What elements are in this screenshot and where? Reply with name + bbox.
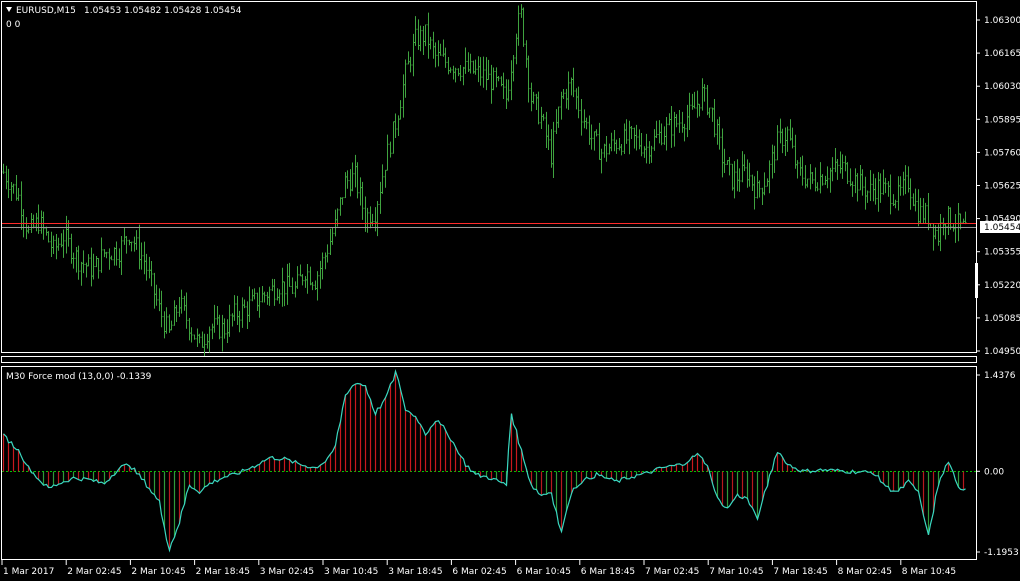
price-tick-label: 1.06165 [984,49,1020,59]
price-panel[interactable]: 1.06300 1.06165 1.06030 1.05895 1.05760 1.056… [1,1,1020,360]
indicator-tick-label: 0.00 [984,467,1004,477]
indicator-panel[interactable]: M30 Force mod (13,0,0) -0.1339 1.4376 0.0… [1,366,1019,560]
price-tick-label: 1.05220 [984,281,1020,291]
time-tick-label: 7 Mar 10:45 [709,567,763,577]
time-tick-label: 6 Mar 10:45 [517,567,571,577]
time-tick-label: 8 Mar 02:45 [838,567,892,577]
time-tick-label: 8 Mar 10:45 [902,567,956,577]
time-tick-label: 7 Mar 02:45 [645,567,699,577]
time-tick-label: 7 Mar 18:45 [773,567,827,577]
time-tick-label: 6 Mar 18:45 [581,567,635,577]
price-tick-label: 1.05625 [984,182,1020,192]
time-tick-label: 3 Mar 18:45 [388,567,442,577]
sub-readout: 0 0 [6,20,21,30]
indicator-axis: 1.4376 0.00 -1.1953 [976,371,1019,558]
price-tick-label: 1.04950 [984,347,1020,357]
price-tick-label: 1.05760 [984,148,1020,158]
time-axis: 1 Mar 2017 2 Mar 02:45 2 Mar 10:45 2 Mar 18… [1,560,956,577]
price-axis: 1.06300 1.06165 1.06030 1.05895 1.05760 1.056… [976,16,1020,357]
price-tick-label: 1.05895 [984,115,1020,125]
current-price-label: 1.05454 [984,223,1020,233]
price-tick-label: 1.05355 [984,248,1020,258]
price-tick-label: 1.06030 [984,82,1020,92]
symbol-label: EURUSD,M15 [16,6,76,16]
time-tick-label: 3 Mar 02:45 [260,567,314,577]
time-tick-label: 6 Mar 02:45 [452,567,506,577]
trading-chart[interactable]: 1.06300 1.06165 1.06030 1.05895 1.05760 1.056… [0,0,1020,581]
indicator-tick-label: -1.1953 [984,548,1019,558]
price-tick-label: 1.05085 [984,314,1020,324]
indicator-title: M30 Force mod (13,0,0) -0.1339 [6,372,152,382]
time-tick-label: 2 Mar 18:45 [196,567,250,577]
panel-separator[interactable] [1,356,977,363]
indicator-panel-frame [1,366,977,560]
time-tick-label: 2 Mar 02:45 [67,567,121,577]
price-tick-label: 1.06300 [984,16,1020,26]
time-tick-label: 2 Mar 10:45 [131,567,185,577]
scroll-handle[interactable] [975,263,978,298]
indicator-tick-label: 1.4376 [984,371,1016,381]
time-tick-label: 1 Mar 2017 [3,567,54,577]
time-tick-label: 3 Mar 10:45 [324,567,378,577]
ohlc-readout: 1.05453 1.05482 1.05428 1.05454 [84,6,242,16]
